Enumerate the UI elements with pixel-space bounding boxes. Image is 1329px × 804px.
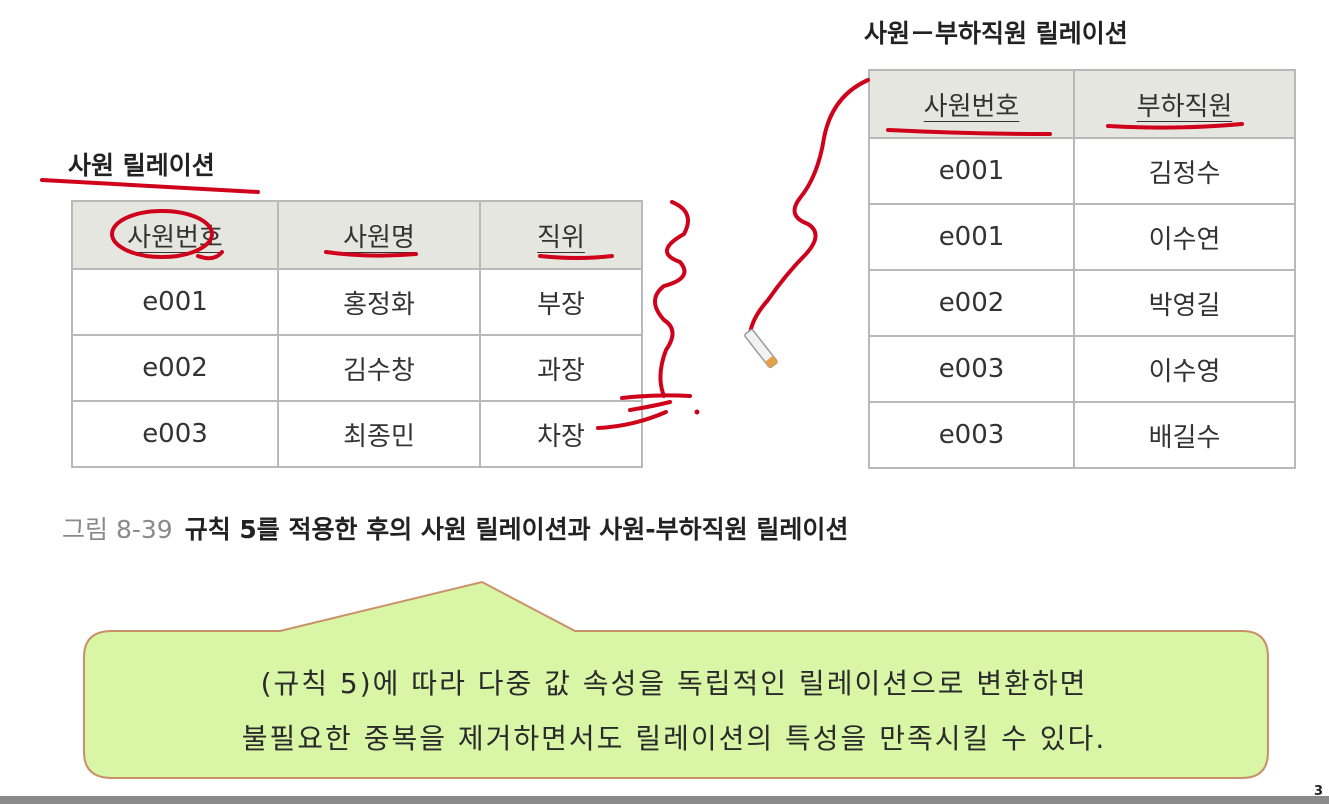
employee-subordinate-relation-table: 사원번호 부하직원 e001 김정수 e001 이수연 e002 박영길 e00… bbox=[868, 69, 1296, 469]
table-row: e001 홍정화 부장 bbox=[71, 268, 643, 336]
cell-subordinate: 배길수 bbox=[1073, 401, 1296, 469]
cell-emp-no: e003 bbox=[71, 400, 279, 468]
column-header-subordinate: 부하직원 bbox=[1073, 69, 1296, 139]
cell-emp-name: 김수창 bbox=[277, 334, 481, 402]
table-row: e001 김정수 bbox=[868, 137, 1296, 205]
table-row: e003 이수영 bbox=[868, 335, 1296, 403]
cell-emp-no: e001 bbox=[868, 137, 1075, 205]
table-row: e001 이수연 bbox=[868, 203, 1296, 271]
cell-position: 차장 bbox=[479, 400, 643, 468]
page-number: 3 bbox=[1314, 784, 1324, 799]
callout-line-2: 불필요한 중복을 제거하면서도 릴레이션의 특성을 만족시킬 수 있다. bbox=[241, 722, 1107, 755]
annotation-connector bbox=[748, 78, 870, 336]
column-header-position: 직위 bbox=[479, 200, 643, 270]
cell-subordinate: 이수영 bbox=[1073, 335, 1296, 403]
cell-emp-no: e003 bbox=[868, 401, 1075, 469]
cell-subordinate: 이수연 bbox=[1073, 203, 1296, 271]
table-header-row: 사원번호 부하직원 bbox=[868, 69, 1296, 139]
slide-bottom-bar bbox=[0, 796, 1329, 804]
employee-subordinate-relation-title: 사원－부하직원 릴레이션 bbox=[864, 19, 1128, 48]
cell-emp-no: e002 bbox=[868, 269, 1075, 337]
table-header-row: 사원번호 사원명 직위 bbox=[71, 200, 643, 270]
cell-position: 부장 bbox=[479, 268, 643, 336]
figure-caption: 그림 8-39 규칙 5를 적용한 후의 사원 릴레이션과 사원-부하직원 릴레이… bbox=[62, 510, 848, 546]
pen-cursor-icon bbox=[744, 328, 778, 369]
cell-emp-no: e001 bbox=[868, 203, 1075, 271]
column-header-emp-name: 사원명 bbox=[277, 200, 481, 270]
cell-emp-name: 최종민 bbox=[277, 400, 481, 468]
cell-emp-no: e003 bbox=[868, 335, 1075, 403]
employee-relation-title: 사원 릴레이션 bbox=[68, 151, 215, 180]
figure-caption-text: 규칙 5를 적용한 후의 사원 릴레이션과 사원-부하직원 릴레이션 bbox=[184, 515, 849, 544]
callout-line-1: (규칙 5)에 따라 다중 값 속성을 독립적인 릴레이션으로 변환하면 bbox=[260, 667, 1088, 700]
table-row: e003 최종민 차장 bbox=[71, 400, 643, 468]
table-row: e003 배길수 bbox=[868, 401, 1296, 469]
cell-subordinate: 김정수 bbox=[1073, 137, 1296, 205]
cell-subordinate: 박영길 bbox=[1073, 269, 1296, 337]
annotation-brace bbox=[653, 200, 690, 398]
employee-relation-table: 사원번호 사원명 직위 e001 홍정화 부장 e002 김수창 과장 e003… bbox=[71, 200, 643, 468]
cell-emp-name: 홍정화 bbox=[277, 268, 481, 336]
cell-emp-no: e002 bbox=[71, 334, 279, 402]
cell-position: 과장 bbox=[479, 334, 643, 402]
column-header-emp-no: 사원번호 bbox=[71, 200, 279, 270]
column-header-emp-no: 사원번호 bbox=[868, 69, 1075, 139]
table-row: e002 박영길 bbox=[868, 269, 1296, 337]
figure-number: 그림 8-39 bbox=[62, 515, 173, 544]
cell-emp-no: e001 bbox=[71, 268, 279, 336]
table-row: e002 김수창 과장 bbox=[71, 334, 643, 402]
